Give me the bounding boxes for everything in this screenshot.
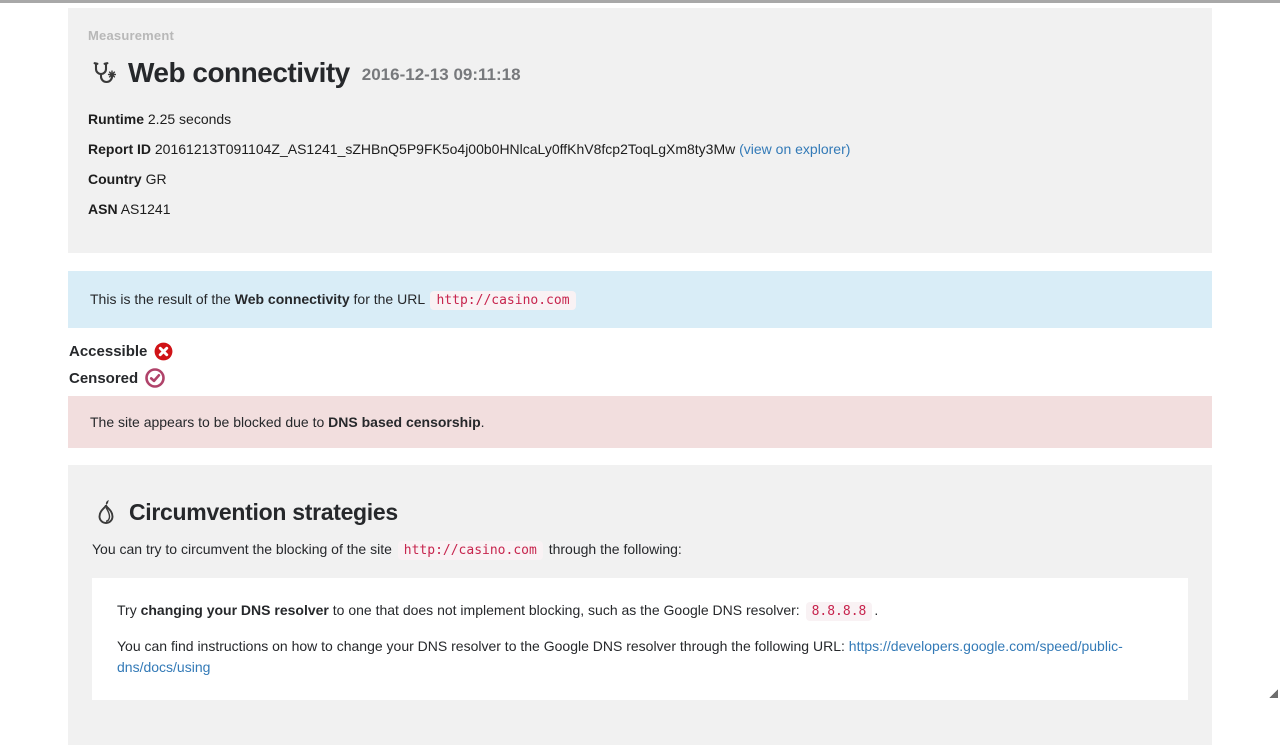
circumvention-intro: You can try to circumvent the blocking o… — [92, 540, 1188, 560]
dns-strategy-line1: Try changing your DNS resolver to one th… — [117, 600, 1163, 622]
report-id-row: Report ID 20161213T091104Z_AS1241_sZHBnQ… — [88, 140, 1192, 158]
censored-status-row: Censored — [69, 368, 1212, 388]
dns-strategy-card: Try changing your DNS resolver to one th… — [92, 578, 1188, 700]
blocked-banner-text: The site appears to be blocked due to DN… — [90, 414, 485, 430]
line1-bold: changing your DNS resolver — [141, 602, 329, 618]
result-middle: for the URL — [354, 291, 425, 307]
test-name-title: Web connectivity — [128, 57, 350, 89]
resize-grip-icon[interactable] — [1269, 689, 1278, 698]
intro-prefix: You can try to circumvent the blocking o… — [92, 541, 392, 557]
circumvention-panel: Circumvention strategies You can try to … — [68, 465, 1212, 745]
accessible-status-row: Accessible — [69, 341, 1212, 361]
top-border — [0, 0, 1280, 3]
line1-prefix: Try — [117, 602, 137, 618]
check-circle-icon — [145, 368, 165, 388]
result-prefix: This is the result of the — [90, 291, 231, 307]
circumvention-title: Circumvention strategies — [129, 497, 398, 527]
runtime-row: Runtime 2.25 seconds — [88, 110, 1192, 128]
stethoscope-icon — [90, 60, 116, 86]
measurement-title-row: Web connectivity 2016-12-13 09:11:18 — [90, 57, 1192, 89]
country-value: GR — [146, 171, 167, 187]
asn-label: ASN — [88, 201, 118, 217]
dns-strategy-line2: You can find instructions on how to chan… — [117, 636, 1163, 678]
view-on-explorer-link[interactable]: (view on explorer) — [739, 141, 850, 157]
censored-label: Censored — [69, 370, 138, 387]
circumvention-title-row: Circumvention strategies — [94, 497, 1188, 527]
blocked-suffix: . — [481, 414, 485, 430]
target-url-code: http://casino.com — [430, 291, 575, 310]
asn-row: ASN AS1241 — [88, 200, 1192, 218]
onion-icon — [94, 498, 118, 526]
blocked-reason: DNS based censorship — [328, 414, 481, 430]
result-banner: This is the result of the Web connectivi… — [68, 271, 1212, 328]
intro-url-code: http://casino.com — [398, 541, 543, 560]
runtime-value: 2.25 seconds — [148, 111, 231, 127]
report-id-value: 20161213T091104Z_AS1241_sZHBnQ5P9FK5o4j0… — [155, 141, 735, 157]
report-id-label: Report ID — [88, 141, 151, 157]
accessible-label: Accessible — [69, 343, 147, 360]
line1-middle: to one that does not implement blocking,… — [333, 602, 800, 618]
runtime-label: Runtime — [88, 111, 144, 127]
blocked-prefix: The site appears to be blocked due to — [90, 414, 324, 430]
measurement-metadata: Runtime 2.25 seconds Report ID 20161213T… — [88, 110, 1192, 218]
line1-suffix: . — [874, 602, 878, 618]
times-circle-icon — [154, 342, 173, 361]
dns-resolver-code: 8.8.8.8 — [806, 602, 873, 621]
section-label: Measurement — [88, 28, 1192, 43]
measurement-timestamp: 2016-12-13 09:11:18 — [362, 65, 521, 85]
asn-value: AS1241 — [121, 201, 171, 217]
country-label: Country — [88, 171, 142, 187]
country-row: Country GR — [88, 170, 1192, 188]
line2-prefix: You can find instructions on how to chan… — [117, 638, 845, 654]
main-content: Measurement Web connectivity 2016-12-13 … — [68, 8, 1212, 745]
status-section: Accessible Censored — [68, 341, 1212, 388]
blocked-banner: The site appears to be blocked due to DN… — [68, 396, 1212, 448]
intro-suffix: through the following: — [549, 541, 682, 557]
measurement-panel: Measurement Web connectivity 2016-12-13 … — [68, 8, 1212, 253]
result-test-name: Web connectivity — [235, 291, 350, 307]
result-banner-text: This is the result of the Web connectivi… — [90, 291, 578, 308]
